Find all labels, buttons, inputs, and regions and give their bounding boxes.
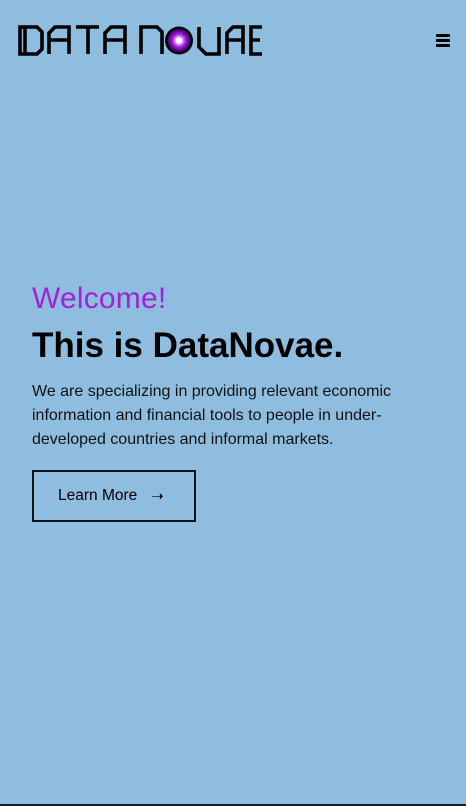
arrow-right-icon: ➝ — [151, 486, 164, 505]
hero-section: Welcome! This is DataNovae. We are speci… — [32, 280, 432, 522]
welcome-heading: Welcome! — [32, 282, 167, 315]
learn-more-label: Learn More — [58, 487, 138, 504]
hamburger-menu-icon[interactable] — [436, 33, 450, 47]
page-title: This is DataNovae. — [32, 326, 344, 365]
menu-bar-bottom — [436, 44, 450, 47]
menu-bar-top — [436, 34, 450, 37]
menu-bar-middle — [436, 39, 450, 42]
datanovae-logo[interactable] — [17, 21, 265, 59]
site-header — [0, 0, 466, 80]
hero-description: We are specializing in providing relevan… — [32, 383, 391, 448]
learn-more-button[interactable]: Learn More ➝ — [32, 470, 196, 522]
